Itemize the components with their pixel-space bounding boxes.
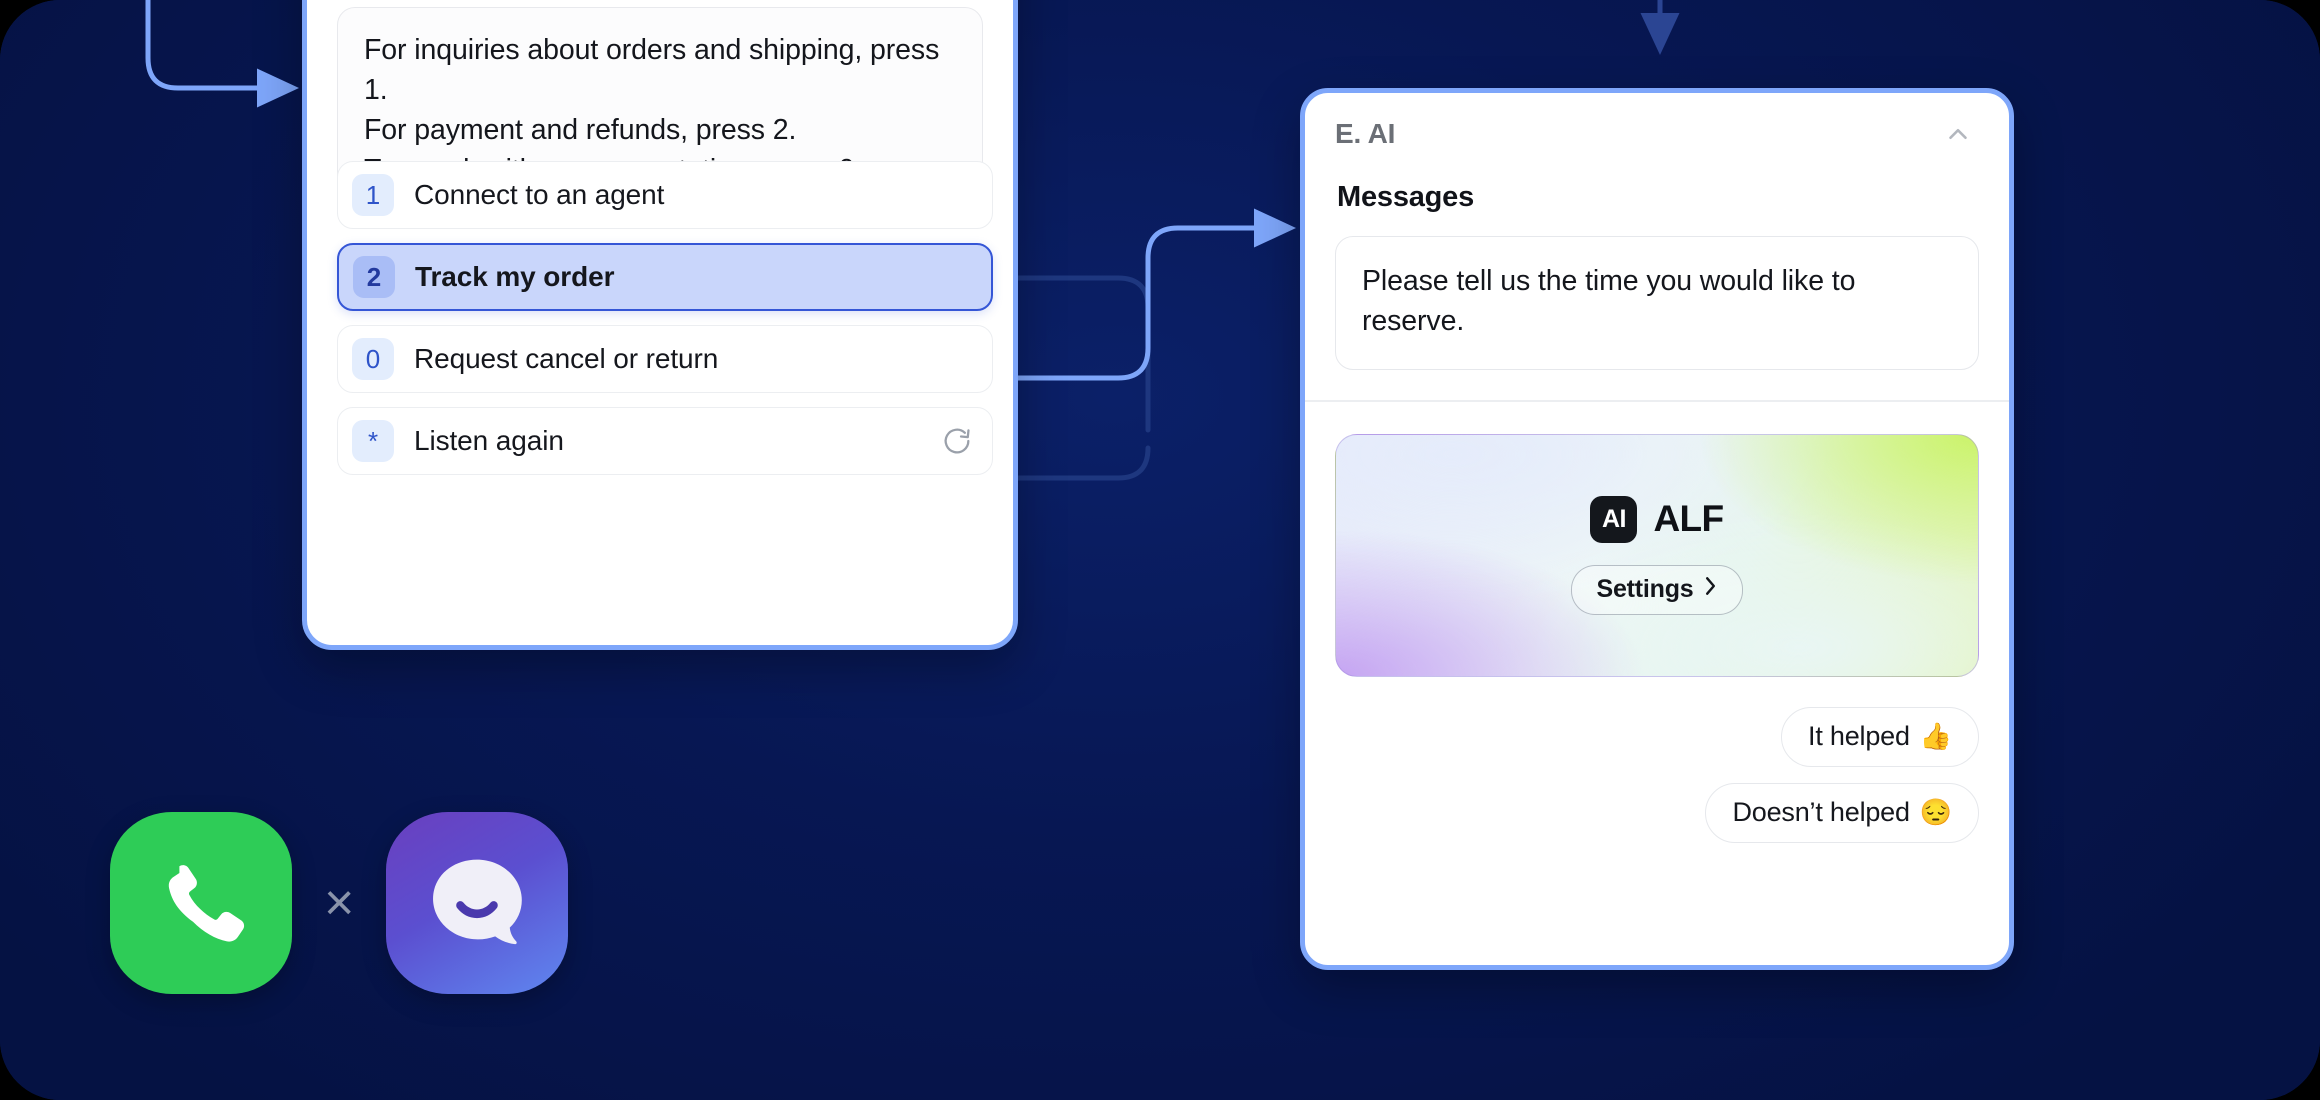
chip-label: Doesn’t helped <box>1732 797 1910 827</box>
chip-it-helped[interactable]: It helped 👍 <box>1781 706 1979 767</box>
settings-button[interactable]: Settings <box>1571 564 1743 615</box>
app-integration-icons: × <box>110 812 569 994</box>
ai-mark-icon: AI <box>1590 495 1638 543</box>
phone-icon <box>110 812 292 994</box>
phone-app-icon[interactable] <box>110 812 292 994</box>
separator-x-icon: × <box>324 874 355 932</box>
ivr-options-list: 1 Connect to an agent 2 Track my order 0… <box>337 161 993 489</box>
screen: For inquiries about orders and shipping,… <box>0 0 2320 1100</box>
ivr-panel: For inquiries about orders and shipping,… <box>302 0 1018 650</box>
alf-name: ALF <box>1653 498 1724 539</box>
chip-label: It helped <box>1808 721 1910 751</box>
ivr-option-key-badge: 2 <box>353 256 395 298</box>
sad-face-emoji-icon: 😔 <box>1919 797 1952 827</box>
alf-gradient-card: AI ALF Settings <box>1335 433 1979 677</box>
ai-panel-title: E. AI <box>1335 118 1396 149</box>
chat-app-icon[interactable] <box>386 812 569 994</box>
chevron-up-icon[interactable] <box>1941 117 1975 151</box>
settings-button-label: Settings <box>1596 575 1694 603</box>
ai-panel: E. AI Messages Please tell us the time y… <box>1300 88 2014 970</box>
ivr-option-label: Track my order <box>415 261 615 292</box>
wire-active-to-ai <box>1015 208 1297 381</box>
thumbs-up-emoji-icon: 👍 <box>1919 721 1952 751</box>
ivr-option-label: Connect to an agent <box>414 179 665 210</box>
feedback-chips: It helped 👍 Doesn’t helped 😔 <box>1305 677 2009 843</box>
ivr-option-2-selected[interactable]: 2 Track my order <box>337 243 993 311</box>
wire-incoming-left <box>145 0 300 108</box>
chevron-right-icon <box>1703 575 1718 604</box>
ivr-option-label: Request cancel or return <box>414 343 719 374</box>
ivr-option-1[interactable]: 1 Connect to an agent <box>337 161 993 229</box>
ai-panel-header: E. AI <box>1305 93 2009 175</box>
wire-option-0 <box>1015 445 1151 481</box>
message-text: Please tell us the time you would like t… <box>1362 265 1856 337</box>
ivr-option-key-badge: 1 <box>352 174 394 216</box>
ivr-option-key-badge: * <box>352 420 394 462</box>
ivr-option-star-listen-again[interactable]: * Listen again <box>337 407 993 475</box>
alf-section: AI ALF Settings <box>1305 402 2009 677</box>
chip-doesnt-helped[interactable]: Doesn’t helped 😔 <box>1705 782 1979 843</box>
message-bubble: Please tell us the time you would like t… <box>1335 236 1979 370</box>
refresh-icon[interactable] <box>940 424 974 458</box>
messages-heading: Messages <box>1337 181 1475 213</box>
alf-brand: AI ALF <box>1590 495 1724 543</box>
ivr-option-key-badge: 0 <box>352 338 394 380</box>
ivr-option-0[interactable]: 0 Request cancel or return <box>337 325 993 393</box>
ivr-option-label: Listen again <box>414 425 564 456</box>
chat-bubble-icon <box>386 812 569 994</box>
wire-option-1 <box>1015 275 1151 433</box>
messages-section: Messages Please tell us the time you wou… <box>1305 181 2009 400</box>
